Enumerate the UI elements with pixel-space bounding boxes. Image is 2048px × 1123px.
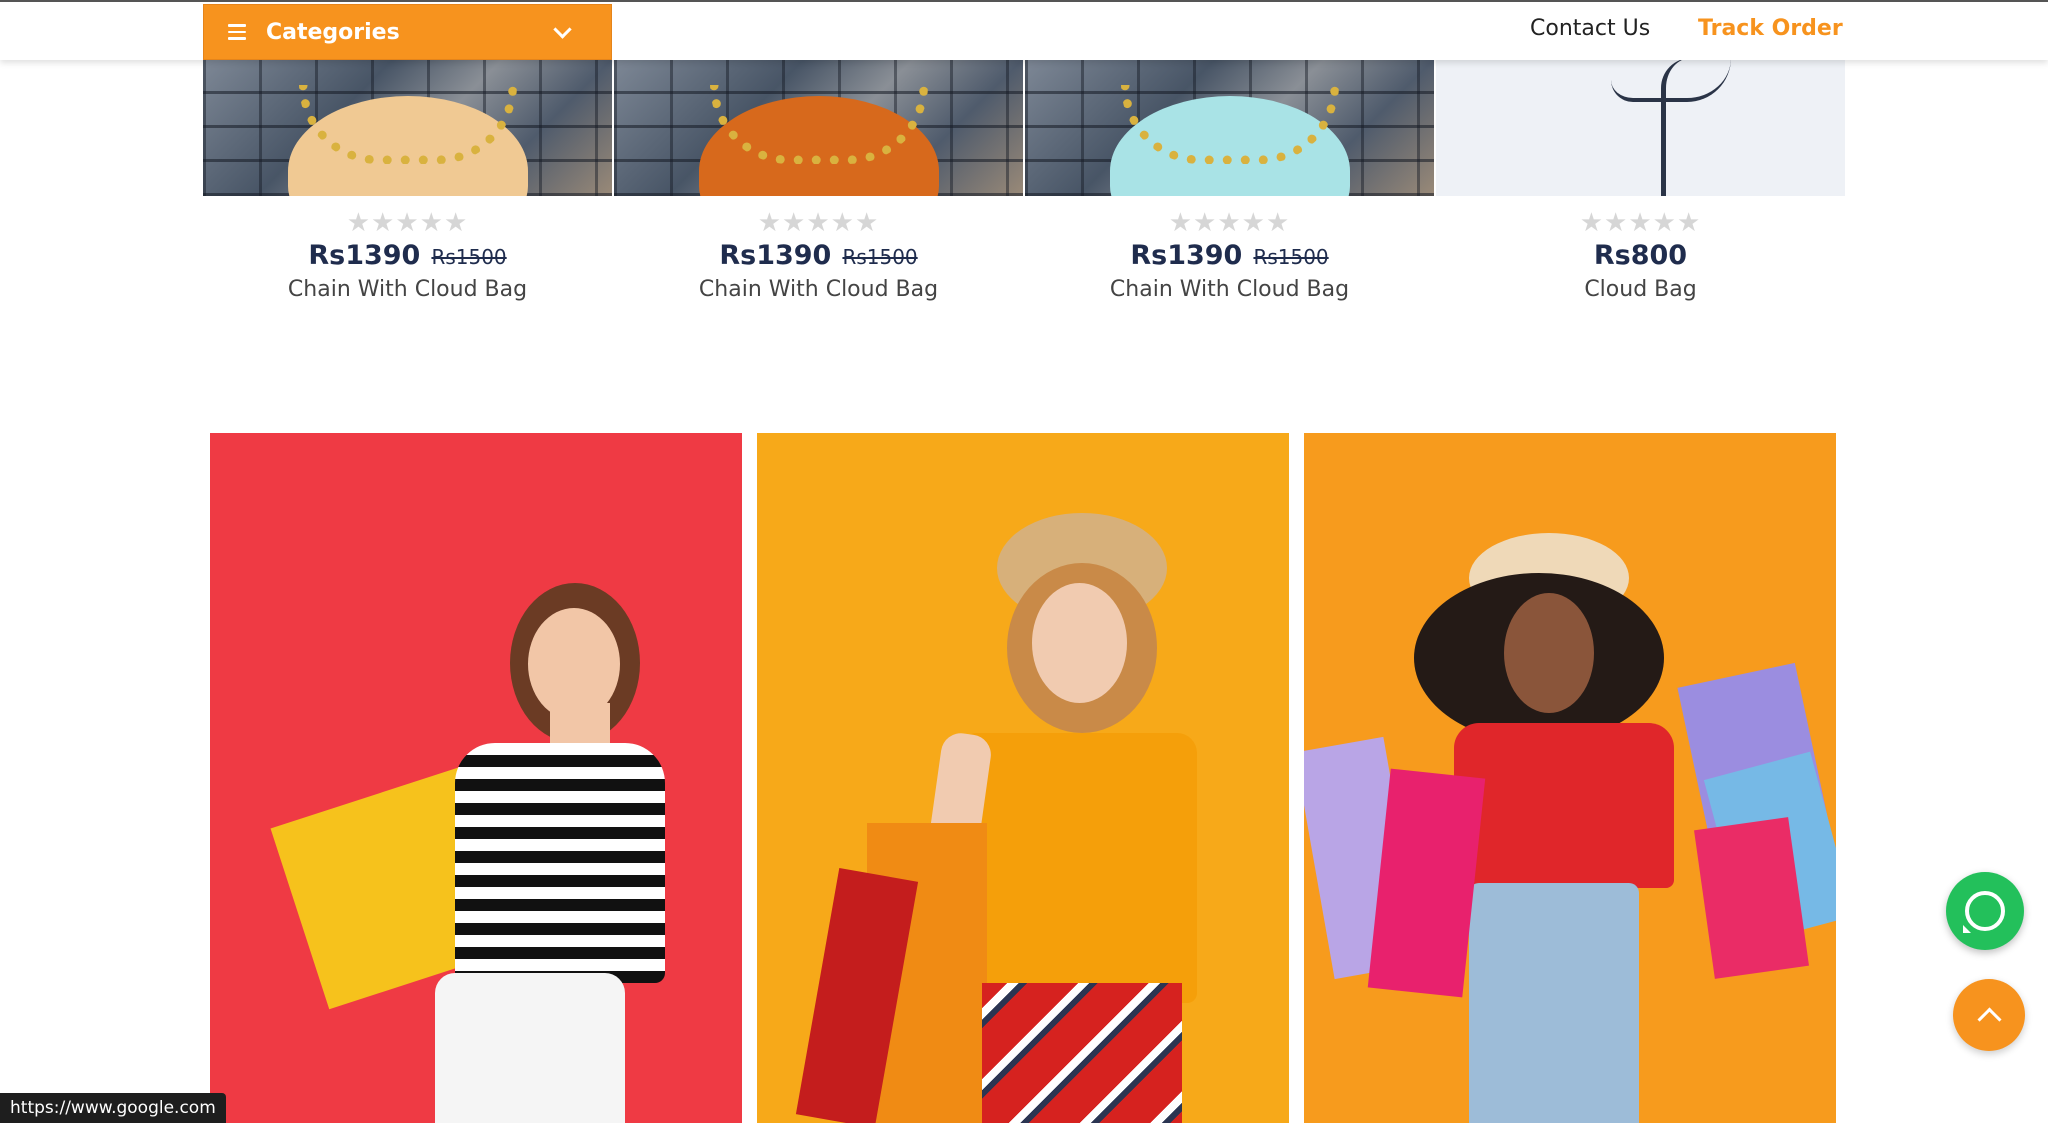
track-order-link[interactable]: Track Order bbox=[1698, 16, 1843, 41]
product-card[interactable]: ★★★★★ Rs1390 Rs1500 Chain With Cloud Bag bbox=[1025, 58, 1434, 318]
rating-stars: ★★★★★ bbox=[346, 208, 469, 238]
product-image[interactable] bbox=[203, 58, 612, 196]
promo-banner-yellow[interactable] bbox=[757, 433, 1289, 1123]
product-old-price: Rs1500 bbox=[842, 245, 918, 269]
product-old-price: Rs1500 bbox=[1253, 245, 1329, 269]
product-price: Rs800 bbox=[1593, 240, 1688, 271]
promo-banner-orange[interactable] bbox=[1304, 433, 1836, 1123]
product-image[interactable] bbox=[614, 58, 1023, 196]
chevron-down-icon bbox=[553, 19, 572, 39]
product-card[interactable]: ★★★★★ Rs1390 Rs1500 Chain With Cloud Bag bbox=[203, 58, 612, 318]
rating-stars: ★★★★★ bbox=[757, 208, 880, 238]
menu-icon bbox=[228, 24, 246, 40]
product-price: Rs1390 bbox=[719, 240, 832, 271]
scroll-to-top-button[interactable] bbox=[1953, 979, 2025, 1051]
chevron-up-icon bbox=[1976, 1006, 2002, 1032]
product-price: Rs1390 bbox=[308, 240, 421, 271]
product-card[interactable]: ★★★★★ Rs1390 Rs1500 Chain With Cloud Bag bbox=[614, 58, 1023, 318]
categories-dropdown[interactable]: Categories bbox=[203, 4, 612, 60]
product-image[interactable] bbox=[1025, 58, 1434, 196]
contact-us-link[interactable]: Contact Us bbox=[1530, 16, 1650, 41]
link-status-bar: https://www.google.com bbox=[0, 1093, 226, 1123]
rating-stars: ★★★★★ bbox=[1579, 208, 1702, 238]
whatsapp-button[interactable] bbox=[1946, 872, 2024, 950]
product-name[interactable]: Chain With Cloud Bag bbox=[1025, 277, 1434, 302]
product-old-price: Rs1500 bbox=[431, 245, 507, 269]
product-image[interactable] bbox=[1436, 58, 1845, 196]
product-name[interactable]: Cloud Bag bbox=[1436, 277, 1845, 302]
product-card[interactable]: ★★★★★ Rs800 Cloud Bag bbox=[1436, 58, 1845, 318]
product-name[interactable]: Chain With Cloud Bag bbox=[614, 277, 1023, 302]
rating-stars: ★★★★★ bbox=[1168, 208, 1291, 238]
promo-banner-red[interactable] bbox=[210, 433, 742, 1123]
site-header: Categories Contact Us Track Order bbox=[0, 0, 2048, 60]
categories-label: Categories bbox=[266, 19, 400, 45]
product-price: Rs1390 bbox=[1130, 240, 1243, 271]
product-name[interactable]: Chain With Cloud Bag bbox=[203, 277, 612, 302]
whatsapp-icon bbox=[1963, 891, 2005, 933]
